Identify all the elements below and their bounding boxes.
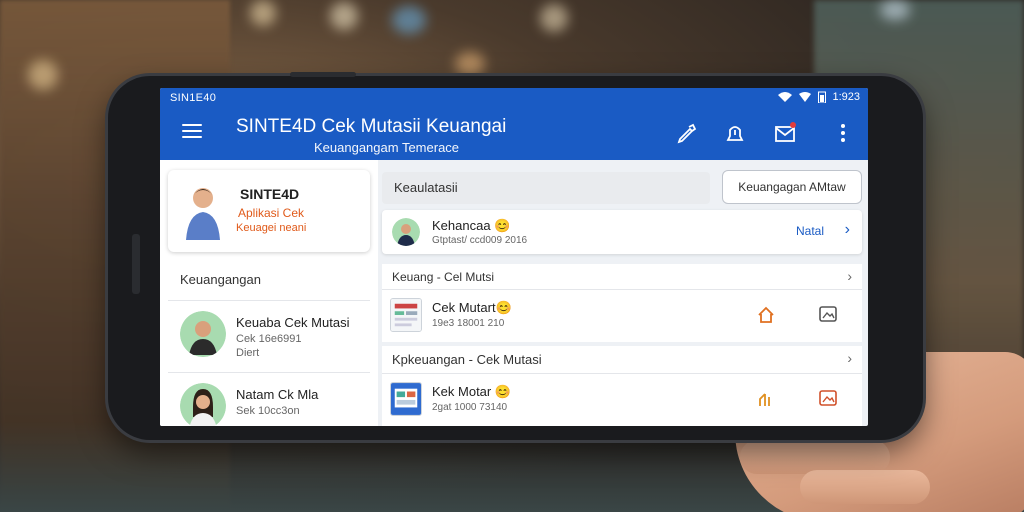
contact-item[interactable]: Natam Ck Mla Sek 10cc3on [168,372,370,426]
more-icon[interactable] [832,122,854,144]
profile-line1: Aplikasi Cek [238,206,305,220]
document-thumbnail [390,298,422,332]
profile-card[interactable]: SINTE4D Aplikasi Cek Keuagei neani [168,170,370,252]
list-item[interactable]: Kek Motar 😊 2gat 1000 73140 [382,374,862,426]
phone-side-button [290,72,356,77]
contact-line2: Cek 16e6991 [236,333,302,345]
bokeh-light [392,6,426,34]
item-name: Cek Mutart😊 [432,300,512,315]
avatar [392,218,420,246]
app-bar: SIN1E40 1:923 SINTE4D Cek Mutasii Keuang… [160,88,868,160]
document-thumbnail [390,382,422,416]
battery-icon [818,91,827,103]
contact-line2: Sek 10cc3on [236,405,300,417]
left-panel: SINTE4D Aplikasi Cek Keuagei neani Keuan… [160,160,378,426]
home-icon[interactable] [756,389,776,409]
item-sub: 19e3 18001 210 [432,318,505,329]
search-input[interactable]: Keaulatasii [382,172,710,204]
contact-name: Natam Ck Mla [236,387,319,402]
bokeh-light [330,2,358,30]
group-header[interactable]: Keuang - Cel Mutsi › [382,264,862,290]
chevron-right-icon[interactable]: › [845,221,850,239]
avatar [180,383,226,426]
profile-line2: Keuagei neani [236,222,307,234]
bokeh-light [880,0,910,20]
app-subtitle: Keuangangam Temerace [314,140,460,155]
bokeh-light [540,4,568,32]
pinned-action[interactable]: Natal [796,224,824,238]
status-icons: 1:923 [778,91,860,103]
chevron-right-icon[interactable]: › [847,268,852,284]
image-icon[interactable] [818,388,838,408]
bokeh-light [250,0,276,26]
menu-icon[interactable] [182,124,202,138]
hand-finger [800,470,930,504]
item-name: Kek Motar 😊 [432,384,512,399]
pinned-name: Kehancaa 😊 [432,218,511,233]
section-title: Keuangangan [180,272,261,287]
group-title: Kpkeuangan - Cek Mutasi [392,352,542,367]
avatar [180,311,226,357]
status-clock: 1:923 [832,91,860,103]
pinned-item[interactable]: Kehancaa 😊 Gtptast/ ccd009 2016 Natal › [382,210,862,254]
avatar [186,188,220,240]
signal-icon [799,92,812,102]
profile-name: SINTE4D [240,186,300,202]
hand-finger [740,440,890,474]
filter-button[interactable]: Keuangagan AMtaw [722,170,862,204]
contact-item[interactable]: Keuaba Cek Mutasi Cek 16e6991 Diert [168,300,370,372]
wifi-icon [778,92,793,102]
home-icon[interactable] [756,305,776,325]
chevron-right-icon[interactable]: › [847,350,852,366]
item-sub: 2gat 1000 73140 [432,402,508,413]
edit-icon[interactable] [676,122,698,144]
phone-side-button [132,234,140,294]
phone-screen: SIN1E40 1:923 SINTE4D Cek Mutasii Keuang… [160,88,868,426]
bokeh-light [455,52,485,76]
contact-name: Keuaba Cek Mutasi [236,315,350,330]
group-header[interactable]: Kpkeuangan - Cek Mutasi › [382,346,862,374]
group-title: Keuang - Cel Mutsi [392,270,495,284]
status-time: SIN1E40 [170,92,217,104]
pinned-sub: Gtptast/ ccd009 2016 [432,235,528,246]
contact-line3: Diert [236,347,260,359]
app-title: SINTE4D Cek Mutasii Keuangai [236,116,507,137]
list-item[interactable]: Cek Mutart😊 19e3 18001 210 [382,290,862,342]
alert-icon[interactable] [724,122,746,144]
bokeh-light [28,60,58,90]
mail-icon[interactable] [774,122,796,144]
image-icon[interactable] [818,304,838,324]
